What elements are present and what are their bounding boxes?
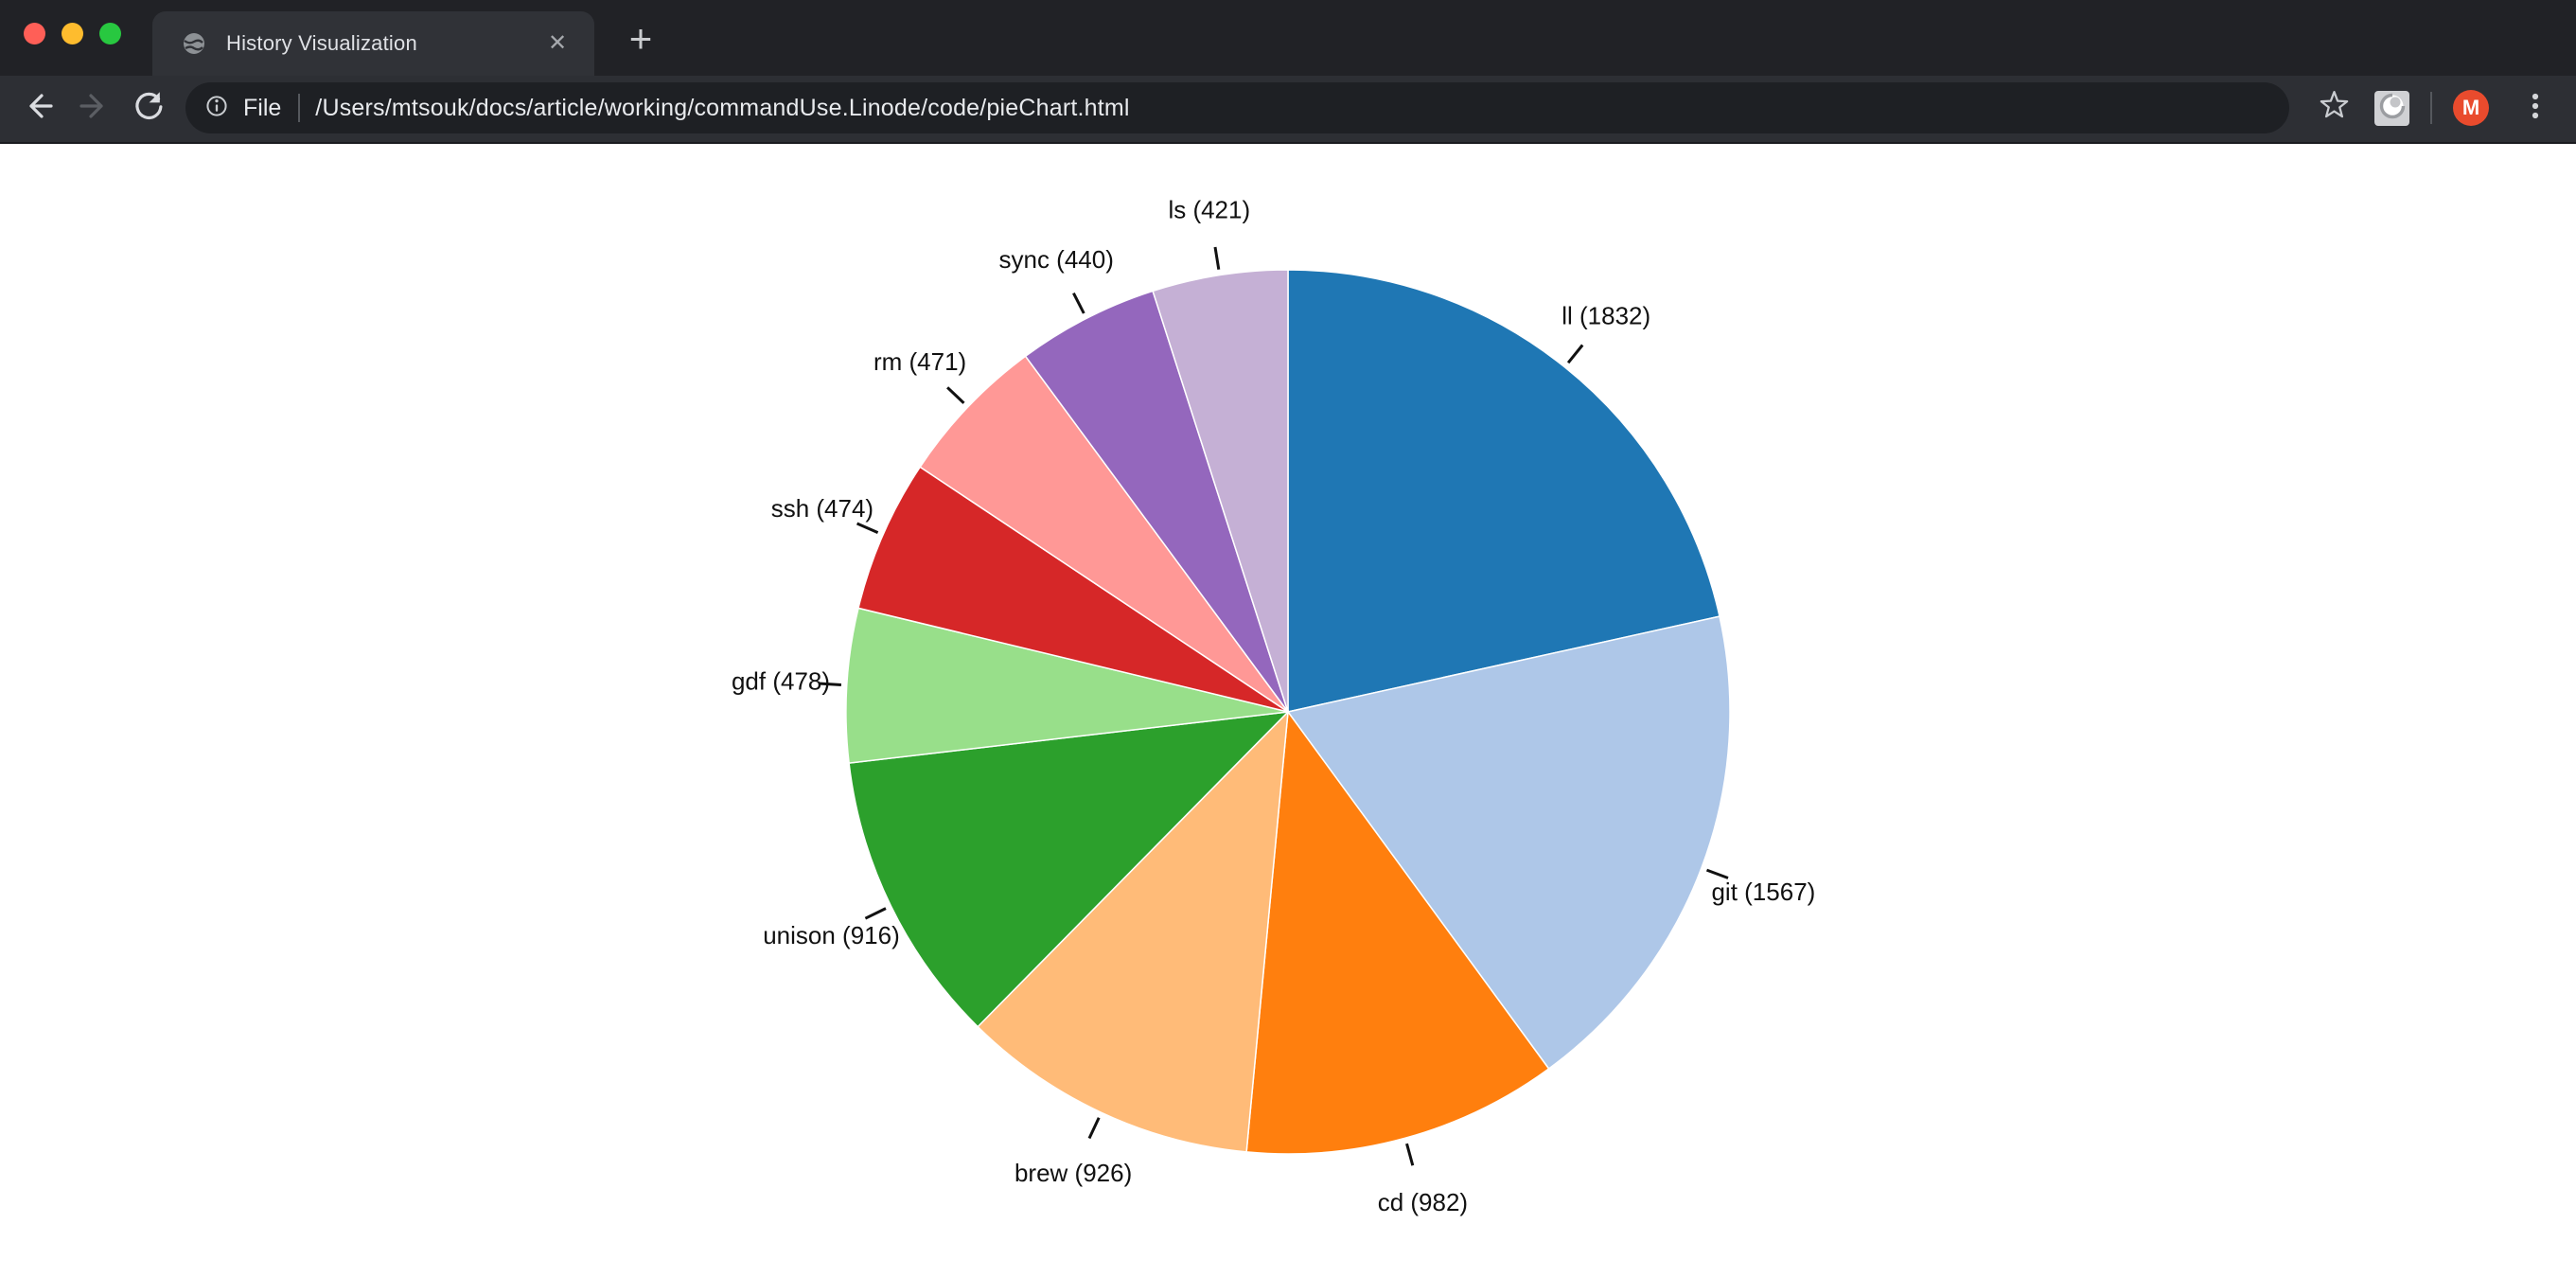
kebab-menu-icon <box>2518 89 2552 128</box>
toolbar-divider <box>2430 92 2432 124</box>
pie-label-rm: rm (471) <box>873 347 966 376</box>
pie-label-gdf: gdf (478) <box>732 667 830 696</box>
url-text: /Users/mtsouk/docs/article/working/comma… <box>315 95 1129 122</box>
label-tick-unison <box>865 909 886 919</box>
back-button[interactable] <box>11 80 66 135</box>
new-tab-button[interactable]: + <box>613 12 668 67</box>
pie-chart: ll (1832) git (1567) cd (982) brew (926) uni… <box>0 144 2576 1275</box>
pie-label-git: git (1567) <box>1711 878 1815 906</box>
tab-strip: History Visualization ✕ + <box>0 0 2576 76</box>
pie-label-sync: sync (440) <box>999 245 1114 274</box>
address-bar[interactable]: File /Users/mtsouk/docs/article/working/… <box>185 82 2289 133</box>
pie-label-brew: brew (926) <box>1015 1159 1132 1187</box>
forward-arrow-icon <box>77 89 111 128</box>
tab-title: History Visualization <box>226 31 541 56</box>
pie-label-ssh: ssh (474) <box>771 494 873 523</box>
pie-label-ll: ll (1832) <box>1561 301 1650 329</box>
label-tick-brew <box>1089 1118 1099 1139</box>
minimize-window-button[interactable] <box>62 23 83 44</box>
omnibox-divider <box>298 94 300 122</box>
reload-button[interactable] <box>121 80 176 135</box>
pie-label-cd: cd (982) <box>1378 1188 1468 1216</box>
tab-close-icon[interactable]: ✕ <box>541 27 573 60</box>
window-controls <box>24 23 121 44</box>
pie-label-ls: ls (421) <box>1168 196 1250 224</box>
bookmark-star-icon <box>2317 88 2352 128</box>
label-tick-sync <box>1073 293 1084 313</box>
extension-swirl-icon <box>2376 90 2408 127</box>
extension-button[interactable] <box>2374 91 2409 126</box>
bookmark-button[interactable] <box>2306 80 2361 135</box>
tab-history-visualization[interactable]: History Visualization ✕ <box>152 11 594 76</box>
label-tick-ssh <box>857 523 878 533</box>
info-icon[interactable] <box>203 92 231 125</box>
close-window-button[interactable] <box>24 23 45 44</box>
globe-favicon-icon <box>181 30 207 57</box>
browser-toolbar: File /Users/mtsouk/docs/article/working/… <box>0 76 2576 144</box>
browser-window: History Visualization ✕ + <box>0 0 2576 1275</box>
zoom-window-button[interactable] <box>99 23 121 44</box>
reload-icon <box>132 89 166 128</box>
label-tick-rm <box>947 387 963 403</box>
profile-avatar[interactable]: M <box>2453 90 2489 126</box>
menu-button[interactable] <box>2508 80 2563 135</box>
page-content: ll (1832) git (1567) cd (982) brew (926) uni… <box>0 144 2576 1275</box>
pie-label-unison: unison (916) <box>763 921 900 949</box>
url-scheme-chip: File <box>243 95 281 122</box>
label-tick-cd <box>1407 1144 1413 1165</box>
label-tick-ls <box>1215 247 1219 270</box>
label-tick-ll <box>1568 346 1582 364</box>
back-arrow-icon <box>22 89 56 128</box>
forward-button[interactable] <box>66 80 121 135</box>
